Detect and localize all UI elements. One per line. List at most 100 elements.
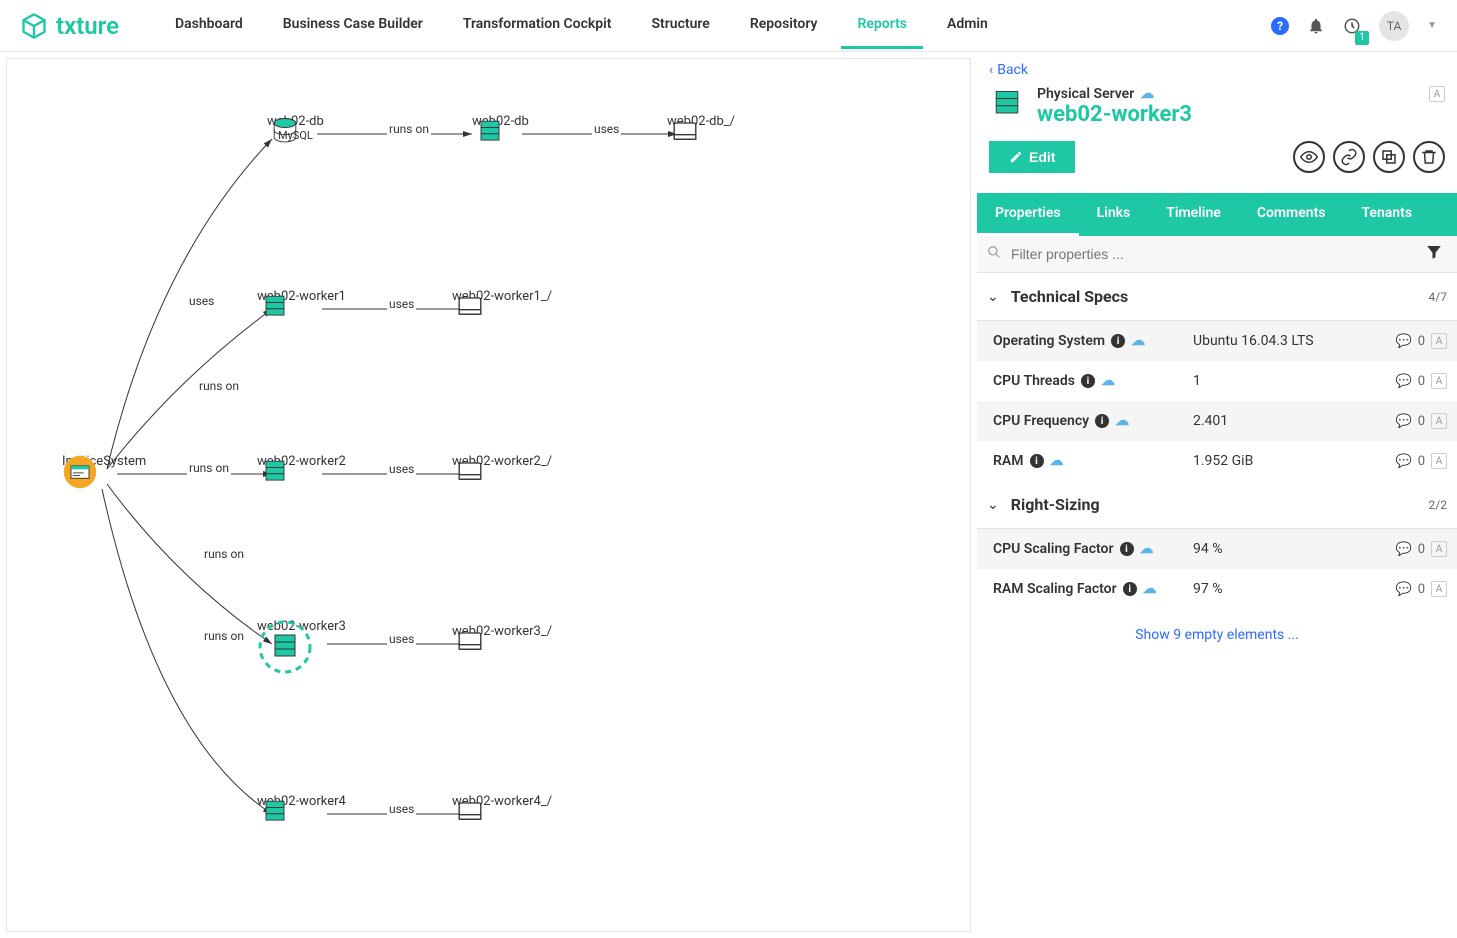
detail-tabs: Properties Links Timeline Comments Tenan…	[977, 193, 1457, 236]
section-right-sizing[interactable]: ⌄ Right-Sizing 2/2	[977, 481, 1457, 529]
user-menu-caret[interactable]: ▼	[1427, 20, 1437, 31]
prop-label: CPU Threads	[993, 373, 1075, 389]
comment-icon[interactable]: 💬	[1396, 334, 1412, 349]
cloud-icon: ☁	[1101, 373, 1115, 389]
tab-tenants[interactable]: Tenants	[1343, 193, 1430, 236]
info-icon[interactable]: i	[1120, 542, 1134, 556]
comment-icon[interactable]: 💬	[1396, 374, 1412, 389]
node-web02-worker1[interactable]: web02-worker1	[257, 289, 346, 304]
edge-label: uses	[387, 297, 416, 311]
tab-comments[interactable]: Comments	[1239, 193, 1344, 236]
nav-cockpit[interactable]: Transformation Cockpit	[447, 2, 628, 49]
view-button[interactable]	[1293, 141, 1325, 173]
details-panel: ‹ Back Physical Server ☁ web02-worker3 A…	[977, 52, 1457, 938]
prop-value: 2.401	[1193, 413, 1396, 429]
nav-structure[interactable]: Structure	[635, 2, 725, 49]
chevron-down-icon: ⌄	[987, 497, 999, 513]
filter-toggle[interactable]	[1411, 243, 1457, 265]
help-icon[interactable]: ?	[1271, 17, 1289, 35]
prop-value: 1	[1193, 373, 1396, 389]
annotation-badge[interactable]: A	[1431, 373, 1447, 389]
info-icon[interactable]: i	[1111, 334, 1125, 348]
node-web02-db-storage[interactable]: web02-db_/	[667, 114, 735, 129]
graph-edges	[7, 59, 887, 932]
node-web02-db-server[interactable]: web02-db	[472, 114, 529, 129]
prop-row-cpu-threads: CPU Threads i ☁ 1 💬 0 A	[977, 361, 1457, 401]
edge-label: runs on	[197, 379, 241, 393]
annotation-badge[interactable]: A	[1429, 86, 1445, 102]
back-button[interactable]: ‹ Back	[989, 62, 1445, 78]
bell-icon[interactable]	[1307, 17, 1325, 35]
section-count: 4/7	[1429, 290, 1447, 304]
link-button[interactable]	[1333, 141, 1365, 173]
info-icon[interactable]: i	[1081, 374, 1095, 388]
info-icon[interactable]: i	[1030, 454, 1044, 468]
prop-value: 97 %	[1193, 581, 1396, 597]
node-web02-worker2-storage[interactable]: web02-worker2_/	[452, 454, 552, 469]
node-web02-worker2[interactable]: web02-worker2	[257, 454, 346, 469]
prop-row-ram-scaling: RAM Scaling Factor i ☁ 97 % 💬0 A	[977, 569, 1457, 609]
eye-icon	[1300, 148, 1318, 166]
server-icon	[257, 794, 293, 830]
node-web02-worker3[interactable]: web02-worker3	[257, 619, 346, 634]
comment-count: 0	[1418, 414, 1425, 429]
show-empty-link[interactable]: Show 9 empty elements ...	[977, 609, 1457, 661]
info-icon[interactable]: i	[1123, 582, 1137, 596]
edge-label: uses	[387, 462, 416, 476]
link-icon	[1340, 148, 1358, 166]
edge-label: runs on	[387, 122, 431, 136]
entity-type: Physical Server	[1037, 86, 1134, 102]
nav-dashboard[interactable]: Dashboard	[159, 2, 259, 49]
tab-timeline[interactable]: Timeline	[1148, 193, 1239, 236]
storage-icon	[452, 624, 488, 660]
prop-value: Ubuntu 16.04.3 LTS	[1193, 333, 1396, 349]
logo[interactable]: txture	[20, 12, 119, 40]
funnel-icon	[1425, 243, 1443, 261]
graph-canvas[interactable]: uses runs on runs on runs on runs on run…	[6, 58, 971, 932]
filter-input[interactable]	[977, 236, 1202, 272]
section-count: 2/2	[1429, 498, 1447, 512]
user-avatar[interactable]: TA	[1379, 11, 1409, 41]
nav-bcb[interactable]: Business Case Builder	[267, 2, 439, 49]
comment-count: 0	[1418, 374, 1425, 389]
section-technical-specs[interactable]: ⌄ Technical Specs 4/7	[977, 273, 1457, 321]
annotation-badge[interactable]: A	[1431, 453, 1447, 469]
comment-icon[interactable]: 💬	[1396, 582, 1412, 597]
comment-icon[interactable]: 💬	[1396, 542, 1412, 557]
comment-icon[interactable]: 💬	[1396, 454, 1412, 469]
node-web02-worker3-storage[interactable]: web02-worker3_/	[452, 624, 552, 639]
nav-right: ? 1 TA ▼	[1271, 11, 1437, 41]
node-invoice-system[interactable]: InvoiceSystem	[62, 454, 146, 469]
edit-button[interactable]: Edit	[989, 141, 1075, 173]
cloud-icon: ☁	[1140, 541, 1154, 557]
info-icon[interactable]: i	[1095, 414, 1109, 428]
annotation-badge[interactable]: A	[1431, 541, 1447, 557]
tab-links[interactable]: Links	[1079, 193, 1149, 236]
nav-admin[interactable]: Admin	[931, 2, 1004, 49]
nav-reports[interactable]: Reports	[841, 2, 923, 49]
prop-label: Operating System	[993, 333, 1105, 349]
copy-button[interactable]	[1373, 141, 1405, 173]
annotation-badge[interactable]: A	[1431, 413, 1447, 429]
edge-label: runs on	[202, 629, 246, 643]
delete-button[interactable]	[1413, 141, 1445, 173]
annotation-badge[interactable]: A	[1431, 581, 1447, 597]
tab-properties[interactable]: Properties	[977, 193, 1079, 236]
edge-label: uses	[387, 632, 416, 646]
pencil-icon	[1009, 150, 1023, 164]
node-web02-worker4[interactable]: web02-worker4	[257, 794, 346, 809]
comment-count: 0	[1418, 334, 1425, 349]
node-web02-worker1-storage[interactable]: web02-worker1_/	[452, 289, 552, 304]
node-web02-db[interactable]: web02-db MySQL	[267, 114, 324, 142]
prop-value: 1.952 GiB	[1193, 453, 1396, 469]
server-icon	[472, 114, 508, 150]
node-web02-worker4-storage[interactable]: web02-worker4_/	[452, 794, 552, 809]
back-label: Back	[997, 62, 1028, 78]
annotation-badge[interactable]: A	[1431, 333, 1447, 349]
prop-row-cpu-freq: CPU Frequency i ☁ 2.401 💬0 A	[977, 401, 1457, 441]
nav-repository[interactable]: Repository	[734, 2, 834, 49]
prop-value: 94 %	[1193, 541, 1396, 557]
comment-icon[interactable]: 💬	[1396, 414, 1412, 429]
clock-icon[interactable]: 1	[1343, 17, 1361, 35]
copy-icon	[1380, 148, 1398, 166]
